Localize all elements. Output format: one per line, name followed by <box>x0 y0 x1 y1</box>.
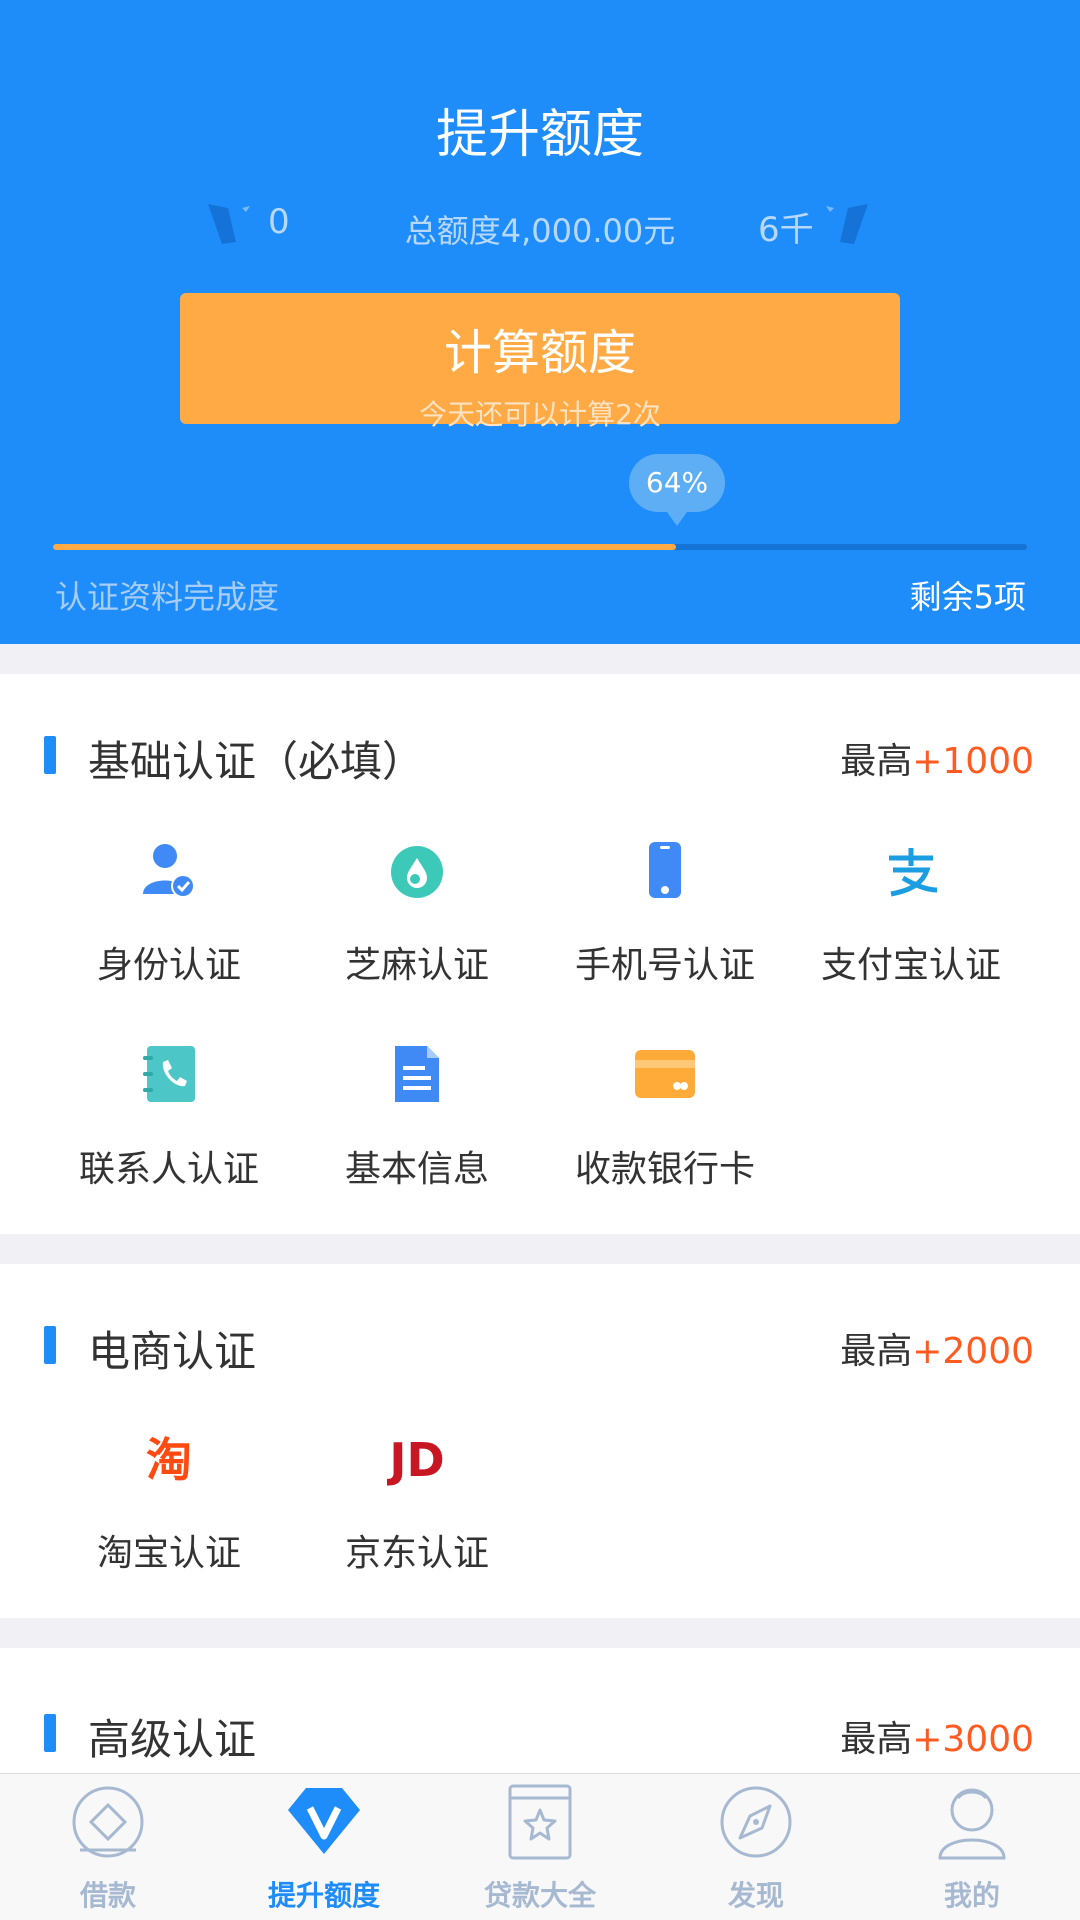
tab-label: 贷款大全 <box>483 1879 596 1912</box>
header-panel: 提升额度 0 总额度4,000.00元 6千 计算额度 今天还可以计算2次 64… <box>0 0 1080 644</box>
grid-item-label: 身份认证 <box>96 945 241 986</box>
calculate-remaining-label: 今天还可以计算2次 <box>419 398 661 431</box>
tab-mine[interactable]: 我的 <box>864 1774 1080 1920</box>
tab-loan[interactable]: 借款 <box>0 1774 216 1920</box>
progress-label: 认证资料完成度 <box>55 578 280 616</box>
tab-label: 发现 <box>727 1879 784 1912</box>
document-icon <box>395 1046 439 1102</box>
tab-loan-directory[interactable]: 贷款大全 <box>432 1774 648 1920</box>
taobao-icon: 淘 <box>146 1433 192 1487</box>
section-max-bonus: 最高+3000 <box>840 1710 1034 1762</box>
section-title: 高级认证 <box>88 1715 257 1764</box>
max-prefix: 最高 <box>840 1719 913 1760</box>
bottom-tab-bar: 借款 提升额度 贷款大全 发现 我的 <box>0 1773 1080 1920</box>
profile-icon <box>938 1788 1006 1860</box>
id-user-check-icon <box>143 844 195 898</box>
basic-verification-section: 基础认证（必填） 最高+1000 身份认证 芝麻认证 手机号认证 支付宝认证 联… <box>0 674 1080 1234</box>
progress-fill <box>53 544 677 550</box>
grid-item-label: 基本信息 <box>344 1149 489 1190</box>
grid-item-label: 支付宝认证 <box>820 945 1001 986</box>
basic-info-item[interactable]: 基本信息 <box>282 1044 552 1214</box>
progress-track <box>53 544 1027 550</box>
identity-verification-item[interactable]: 身份认证 <box>34 840 304 1010</box>
phone-icon <box>649 842 681 898</box>
taobao-verification-item[interactable]: 淘 淘宝认证 <box>34 1428 304 1598</box>
max-prefix: 最高 <box>840 741 913 782</box>
advanced-verification-section: 高级认证 最高+3000 <box>0 1648 1080 1778</box>
svg-text:淘: 淘 <box>146 1433 192 1487</box>
jd-icon: JD <box>387 1433 445 1487</box>
section-title: 基础认证（必填） <box>88 737 425 786</box>
remaining-items-label: 剩余5项 <box>909 578 1026 616</box>
grid-item-label: 手机号认证 <box>574 945 755 986</box>
max-value: +3000 <box>912 1719 1034 1760</box>
range-max-label: 6千 <box>758 210 814 250</box>
sesame-drop-icon <box>391 846 443 898</box>
star-book-icon <box>508 1784 572 1860</box>
grid-item-label: 收款银行卡 <box>574 1149 755 1190</box>
section-accent-bar <box>44 736 56 774</box>
grid-item-label: 芝麻认证 <box>344 945 489 986</box>
progress-percent-bubble: 64% <box>629 454 725 526</box>
page-title: 提升额度 <box>435 105 644 165</box>
alipay-icon <box>889 848 938 897</box>
ribbon-right-icon <box>826 204 868 244</box>
section-max-bonus: 最高+2000 <box>840 1322 1034 1374</box>
phone-verification-item[interactable]: 手机号认证 <box>530 840 800 1010</box>
section-header: 电商认证 最高+2000 <box>0 1316 1080 1376</box>
grid-item-label: 淘宝认证 <box>96 1533 241 1574</box>
compass-icon <box>720 1786 792 1858</box>
section-header: 高级认证 最高+3000 <box>0 1704 1080 1764</box>
section-accent-bar <box>44 1326 56 1364</box>
max-prefix: 最高 <box>840 1331 913 1372</box>
bank-card-item[interactable]: 收款银行卡 <box>530 1044 800 1214</box>
tab-discover[interactable]: 发现 <box>648 1774 864 1920</box>
section-header: 基础认证（必填） 最高+1000 <box>0 726 1080 786</box>
loan-coin-icon <box>72 1786 144 1858</box>
vip-diamond-icon <box>288 1788 360 1854</box>
contacts-verification-item[interactable]: 联系人认证 <box>34 1044 304 1214</box>
calculate-limit-button[interactable]: 计算额度 今天还可以计算2次 <box>180 293 900 431</box>
alipay-verification-item[interactable]: 支付宝认证 <box>776 840 1046 1010</box>
tab-label: 我的 <box>943 1879 1000 1912</box>
grid-item-label: 联系人认证 <box>78 1149 259 1190</box>
bank-card-icon <box>635 1050 695 1098</box>
contacts-book-icon <box>143 1046 195 1102</box>
ecommerce-verification-section: 电商认证 最高+2000 淘 淘宝认证 JD 京东认证 <box>0 1264 1080 1618</box>
svg-text:JD: JD <box>387 1433 445 1487</box>
calculate-limit-label: 计算额度 <box>443 325 636 381</box>
tab-raise-limit[interactable]: 提升额度 <box>216 1774 432 1920</box>
section-title: 电商认证 <box>88 1327 257 1376</box>
grid-item-label: 京东认证 <box>344 1533 489 1574</box>
section-max-bonus: 最高+1000 <box>840 732 1034 784</box>
max-value: +1000 <box>912 741 1034 782</box>
range-total-label: 总额度4,000.00元 <box>404 212 676 250</box>
sesame-verification-item[interactable]: 芝麻认证 <box>282 840 552 1010</box>
max-value: +2000 <box>912 1331 1034 1372</box>
tab-label: 提升额度 <box>267 1879 380 1912</box>
tab-label: 借款 <box>79 1879 136 1912</box>
jd-verification-item[interactable]: JD 京东认证 <box>282 1428 552 1598</box>
section-accent-bar <box>44 1714 56 1752</box>
